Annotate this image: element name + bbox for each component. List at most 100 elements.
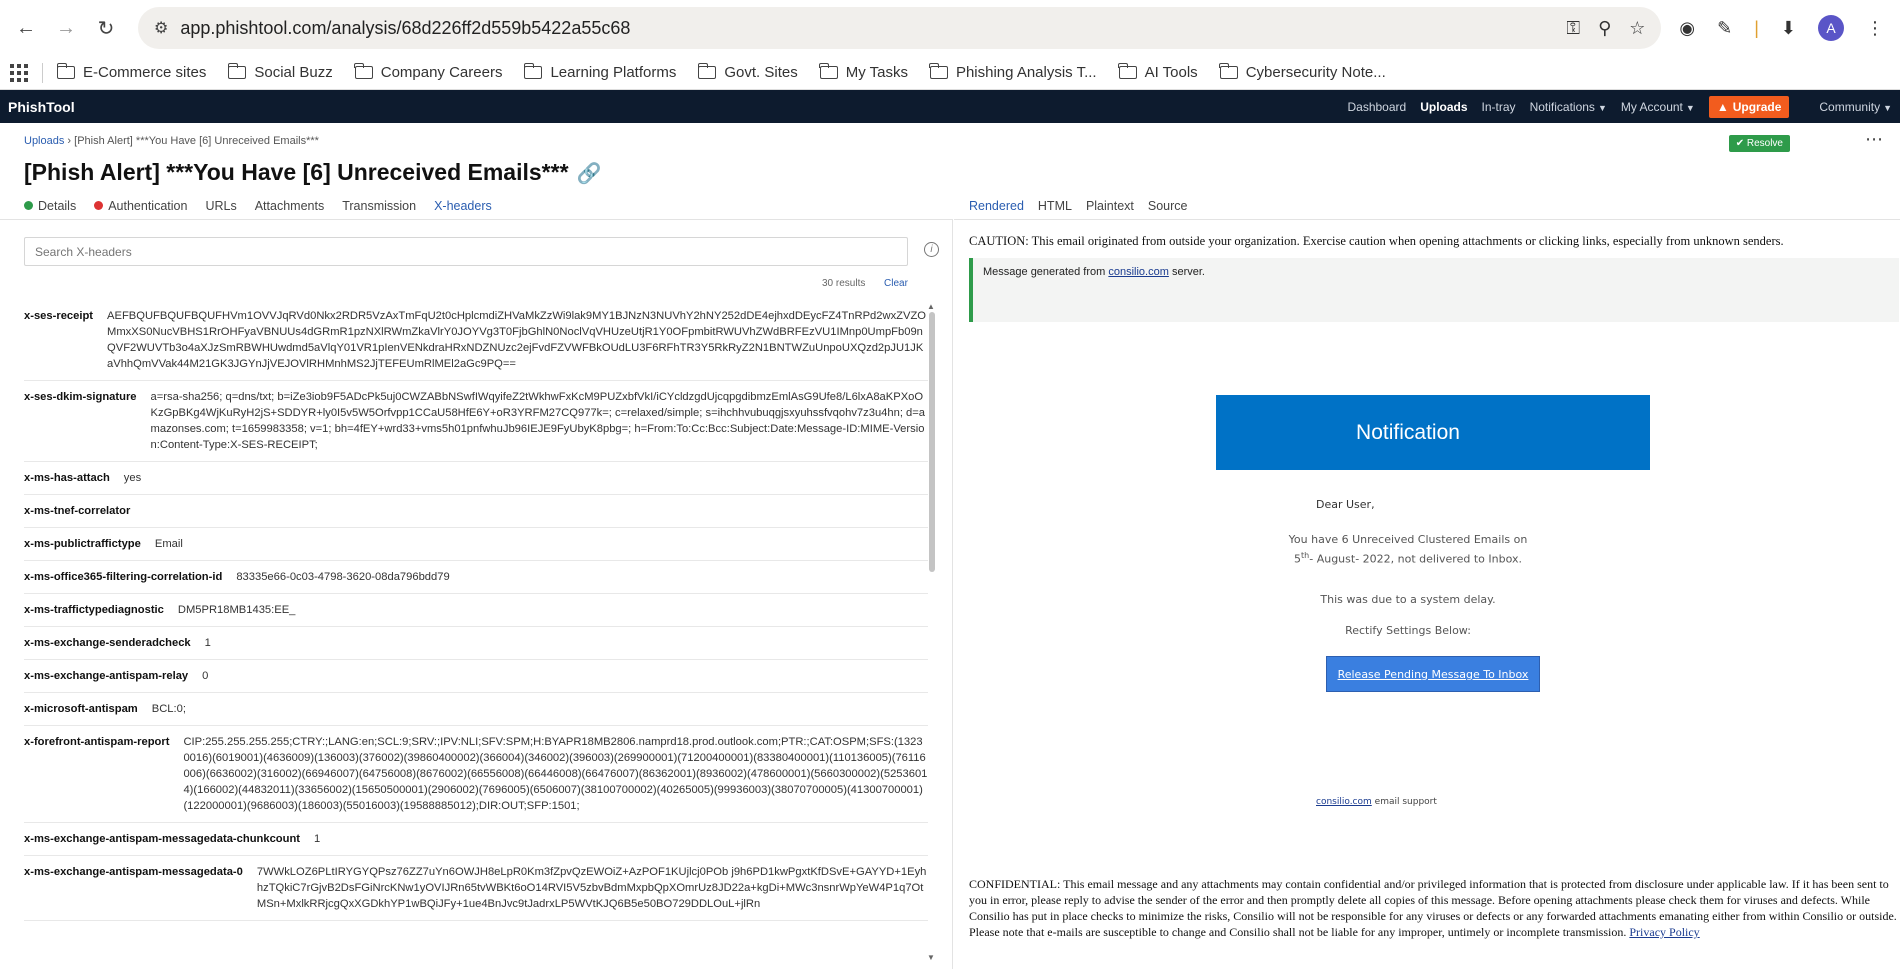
confidential-text: CONFIDENTIAL: This email message and any… (969, 877, 1897, 939)
clear-button[interactable]: Clear (884, 278, 908, 289)
analysis-page: Uploads › [Phish Alert] ***You Have [6] … (0, 123, 1900, 969)
privacy-policy-link[interactable]: Privacy Policy (1629, 925, 1699, 939)
header-key: x-ms-exchange-antispam-relay (24, 670, 189, 682)
folder-icon (523, 63, 543, 79)
tab-html[interactable]: HTML (1038, 199, 1072, 213)
header-key: x-ms-office365-filtering-correlation-id (24, 571, 223, 583)
scrollbar[interactable]: ▲ ▼ (927, 302, 937, 962)
body-sup: th (1301, 551, 1310, 560)
header-key: x-ms-has-attach (24, 472, 110, 484)
header-value: BCL:0; (151, 703, 186, 715)
header-key: x-forefront-antispam-report (24, 736, 170, 748)
bookmark-folder[interactable]: My Tasks (819, 63, 908, 81)
brand-logo[interactable]: PhishTool (8, 99, 75, 115)
header-value: yes (123, 472, 142, 484)
star-icon[interactable]: ☆ (1629, 18, 1645, 39)
bookmark-folder[interactable]: E-Commerce sites (56, 63, 207, 81)
tab-label: Details (38, 199, 77, 213)
bookmark-folder[interactable]: Cybersecurity Note... (1219, 63, 1386, 81)
bookmark-label: AI Tools (1144, 64, 1198, 81)
nav-uploads[interactable]: Uploads (1420, 100, 1467, 114)
title-text: [Phish Alert] ***You Have [6] Unreceived… (24, 159, 569, 185)
tab-xheaders[interactable]: X-headers (434, 199, 492, 213)
header-value: 1 (204, 637, 211, 649)
more-options-icon[interactable]: ⋯ (1865, 129, 1884, 150)
separator-icon: | (1754, 17, 1759, 38)
tab-plaintext[interactable]: Plaintext (1086, 199, 1134, 213)
caret-down-icon: ▼ (1685, 102, 1695, 113)
site-settings-icon[interactable]: ⚙ (154, 18, 168, 38)
tab-attachments[interactable]: Attachments (255, 199, 324, 213)
header-list[interactable]: x-ses-receipt AEFBQUFBQUFBQUFHVm1OVVJqRVd… (24, 300, 928, 970)
tab-transmission[interactable]: Transmission (342, 199, 416, 213)
bookmarks-divider (42, 62, 43, 83)
nav-notifications[interactable]: Notifications ▼ (1530, 100, 1607, 114)
tab-label: Authentication (108, 199, 188, 213)
tab-source[interactable]: Source (1148, 199, 1188, 213)
bookmark-folder[interactable]: Learning Platforms (523, 63, 677, 81)
link-icon[interactable]: 🔗 (577, 163, 602, 185)
header-key: x-ses-receipt (24, 310, 94, 322)
scrollbar-thumb[interactable] (929, 312, 935, 572)
bookmark-label: My Tasks (845, 64, 908, 81)
forward-icon[interactable]: → (48, 10, 84, 46)
breadcrumb-uploads[interactable]: Uploads (24, 135, 64, 147)
nav-account[interactable]: My Account ▼ (1621, 100, 1695, 114)
nav-intray[interactable]: In-tray (1482, 100, 1516, 114)
download-icon[interactable]: ⬇ (1781, 18, 1796, 39)
apps-grid-icon[interactable] (10, 63, 28, 82)
back-icon[interactable]: ← (8, 10, 44, 46)
tab-rendered[interactable]: Rendered (969, 199, 1024, 213)
header-key: x-ms-tnef-correlator (24, 505, 131, 517)
tab-authentication[interactable]: Authentication (94, 199, 187, 213)
folder-icon (1118, 63, 1137, 79)
upgrade-button[interactable]: ▲ Upgrade (1708, 95, 1790, 118)
resolve-button[interactable]: ✔ Resolve (1728, 135, 1790, 152)
folder-icon (1219, 63, 1238, 79)
bookmark-label: E-Commerce sites (83, 64, 207, 81)
bookmark-folder[interactable]: Phishing Analysis T... (929, 63, 1097, 81)
support-link[interactable]: consilio.com (1316, 797, 1372, 807)
bookmark-folder[interactable]: Social Buzz (227, 63, 333, 81)
body-line-2-text: - August- 2022, not delivered to Inbox. (1309, 552, 1522, 566)
header-row: x-ms-publictraffictype Email (24, 528, 928, 561)
breadcrumb-current: [Phish Alert] ***You Have [6] Unreceived… (74, 135, 319, 147)
tab-urls[interactable]: URLs (205, 199, 236, 213)
header-row: x-ms-exchange-senderadcheck 1 (24, 627, 928, 660)
url-text[interactable]: app.phishtool.com/analysis/68d226ff2d559… (180, 18, 1566, 39)
msg-gen-link[interactable]: consilio.com (1108, 266, 1169, 278)
key-icon[interactable]: ⚿ (1566, 18, 1580, 39)
page-title: [Phish Alert] ***You Have [6] Unreceived… (24, 159, 601, 186)
bookmark-folder[interactable]: AI Tools (1118, 63, 1198, 81)
extension-g-icon[interactable]: ◉ (1679, 18, 1695, 39)
release-pending-button[interactable]: Release Pending Message To Inbox (1326, 656, 1540, 692)
bookmark-folder[interactable]: Company Careers (354, 63, 502, 81)
header-row: x-ses-receipt AEFBQUFBQUFBQUFHVm1OVVJqRVd… (24, 300, 928, 381)
tab-details[interactable]: Details (24, 199, 76, 213)
body-line-2: 5th- August- 2022, not delivered to Inbo… (1216, 551, 1650, 566)
bookmark-label: Social Buzz (254, 64, 333, 81)
header-value: 0 (202, 670, 209, 682)
extensions-icon[interactable]: ✎ (1717, 18, 1732, 39)
header-value: a=rsa-sha256; q=dns/txt; b=iZe3iob9F5ADc… (150, 391, 926, 451)
header-key: x-ses-dkim-signature (24, 391, 137, 403)
nav-community[interactable]: Community ▼ (1819, 100, 1892, 114)
support-text: email support (1374, 797, 1437, 807)
header-row: x-ses-dkim-signature a=rsa-sha256; q=dns/… (24, 381, 928, 462)
search-input[interactable] (24, 237, 908, 266)
reload-icon[interactable]: ↻ (88, 10, 124, 46)
header-row: x-ms-exchange-antispam-relay 0 (24, 660, 928, 693)
check-icon: ✔ (1735, 138, 1745, 149)
zoom-icon[interactable]: ⚲ (1598, 18, 1611, 39)
profile-avatar[interactable]: A (1818, 15, 1844, 41)
address-bar[interactable]: ⚙ app.phishtool.com/analysis/68d226ff2d5… (138, 7, 1662, 49)
bookmark-folder[interactable]: Govt. Sites (697, 63, 798, 81)
caret-down-icon: ▼ (1883, 102, 1892, 113)
menu-dots-icon[interactable]: ⋮ (1866, 18, 1884, 39)
scroll-down-icon[interactable]: ▼ (927, 953, 935, 962)
scroll-up-icon[interactable]: ▲ (927, 302, 935, 311)
info-icon[interactable]: i (924, 242, 939, 257)
folder-icon (227, 63, 247, 79)
nav-dashboard[interactable]: Dashboard (1347, 100, 1406, 114)
bookmark-label: Learning Platforms (550, 64, 677, 81)
